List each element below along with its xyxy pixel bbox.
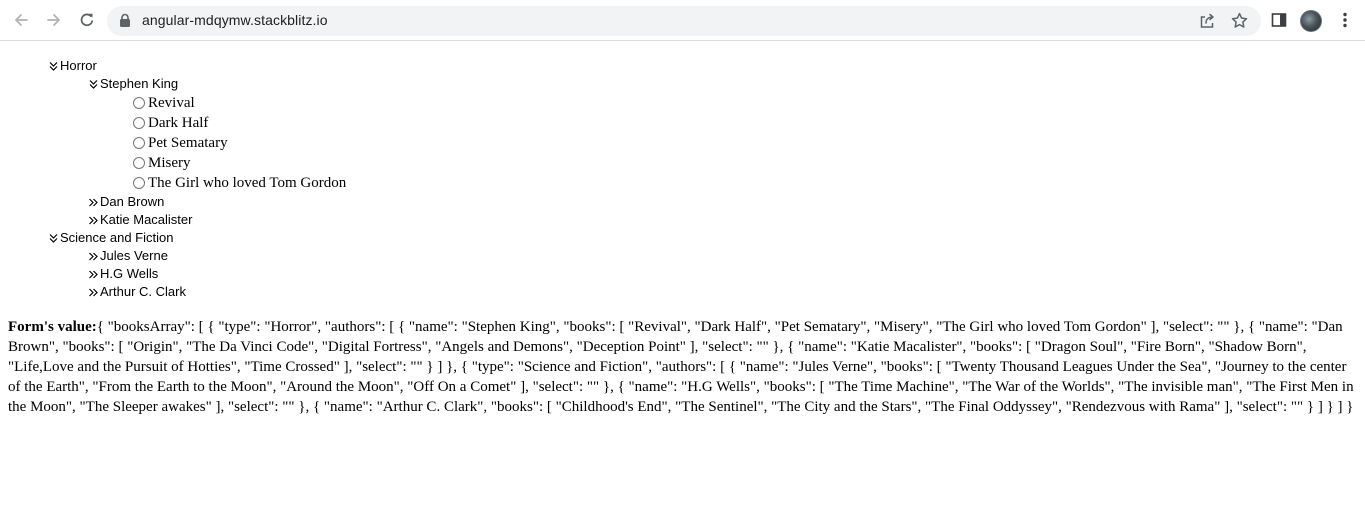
forward-button[interactable]: [40, 6, 68, 34]
chevron-double-down-icon[interactable]: [48, 233, 59, 244]
chevron-double-right-icon[interactable]: [88, 269, 99, 280]
book-option-dark-half[interactable]: Dark Half: [133, 114, 208, 132]
category-label[interactable]: Science and Fiction: [60, 230, 173, 246]
back-button[interactable]: [7, 6, 35, 34]
radio-button[interactable]: [133, 117, 145, 129]
book-option-girl-who-loved-tom-gordon[interactable]: The Girl who loved Tom Gordon: [133, 174, 346, 192]
book-label[interactable]: The Girl who loved Tom Gordon: [148, 174, 346, 192]
author-katie-macalister[interactable]: Katie Macalister: [88, 212, 192, 228]
star-icon[interactable]: [1231, 12, 1248, 29]
author-label[interactable]: Stephen King: [100, 76, 178, 92]
book-option-pet-sematary[interactable]: Pet Sematary: [133, 134, 228, 152]
share-icon[interactable]: [1199, 13, 1215, 29]
side-panel-button[interactable]: [1265, 6, 1293, 34]
category-label[interactable]: Horror: [60, 58, 97, 74]
author-hg-wells[interactable]: H.G Wells: [88, 266, 158, 282]
author-label[interactable]: Katie Macalister: [100, 212, 192, 228]
book-label[interactable]: Dark Half: [148, 114, 208, 132]
chevron-double-down-icon[interactable]: [88, 79, 99, 90]
author-label[interactable]: H.G Wells: [100, 266, 158, 282]
author-dan-brown[interactable]: Dan Brown: [88, 194, 164, 210]
author-label[interactable]: Arthur C. Clark: [100, 284, 186, 300]
forward-arrow-icon: [47, 14, 60, 26]
chevron-double-right-icon[interactable]: [88, 251, 99, 262]
kebab-menu-icon: [1343, 12, 1347, 28]
author-label[interactable]: Jules Verne: [100, 248, 168, 264]
book-label[interactable]: Revival: [148, 94, 195, 112]
chevron-double-down-icon[interactable]: [48, 61, 59, 72]
side-panel-icon: [1271, 13, 1287, 27]
reload-icon: [80, 13, 94, 27]
author-stephen-king[interactable]: Stephen King: [88, 76, 178, 92]
profile-avatar[interactable]: [1300, 10, 1322, 32]
chevron-double-right-icon[interactable]: [88, 215, 99, 226]
url-text[interactable]: angular-mdqymw.stackblitz.io: [142, 12, 328, 28]
radio-button[interactable]: [133, 177, 145, 189]
radio-button[interactable]: [133, 157, 145, 169]
radio-button[interactable]: [133, 137, 145, 149]
form-value-output: Form's value:{ "booksArray": [ { "type":…: [8, 317, 1360, 417]
author-arthur-c-clark[interactable]: Arthur C. Clark: [88, 284, 186, 300]
author-jules-verne[interactable]: Jules Verne: [88, 248, 168, 264]
browser-toolbar: angular-mdqymw.stackblitz.io: [0, 0, 1365, 41]
chevron-double-right-icon[interactable]: [88, 197, 99, 208]
form-value-json: { "booksArray": [ { "type": "Horror", "a…: [8, 319, 1354, 415]
book-label[interactable]: Pet Sematary: [148, 134, 228, 152]
book-label[interactable]: Misery: [148, 154, 191, 172]
chevron-double-right-icon[interactable]: [88, 287, 99, 298]
lock-icon[interactable]: [119, 13, 131, 28]
category-horror[interactable]: Horror: [48, 58, 97, 74]
back-arrow-icon: [15, 14, 28, 26]
page-content: Horror Stephen King Revival Dark Half Pe…: [0, 41, 1365, 517]
category-science-and-fiction[interactable]: Science and Fiction: [48, 230, 173, 246]
author-label[interactable]: Dan Brown: [100, 194, 164, 210]
radio-button[interactable]: [133, 97, 145, 109]
form-value-label: Form's value:: [8, 319, 97, 335]
reload-button[interactable]: [73, 6, 101, 34]
book-option-misery[interactable]: Misery: [133, 154, 191, 172]
menu-button[interactable]: [1331, 6, 1359, 34]
book-option-revival[interactable]: Revival: [133, 94, 195, 112]
address-bar[interactable]: angular-mdqymw.stackblitz.io: [107, 6, 1261, 36]
